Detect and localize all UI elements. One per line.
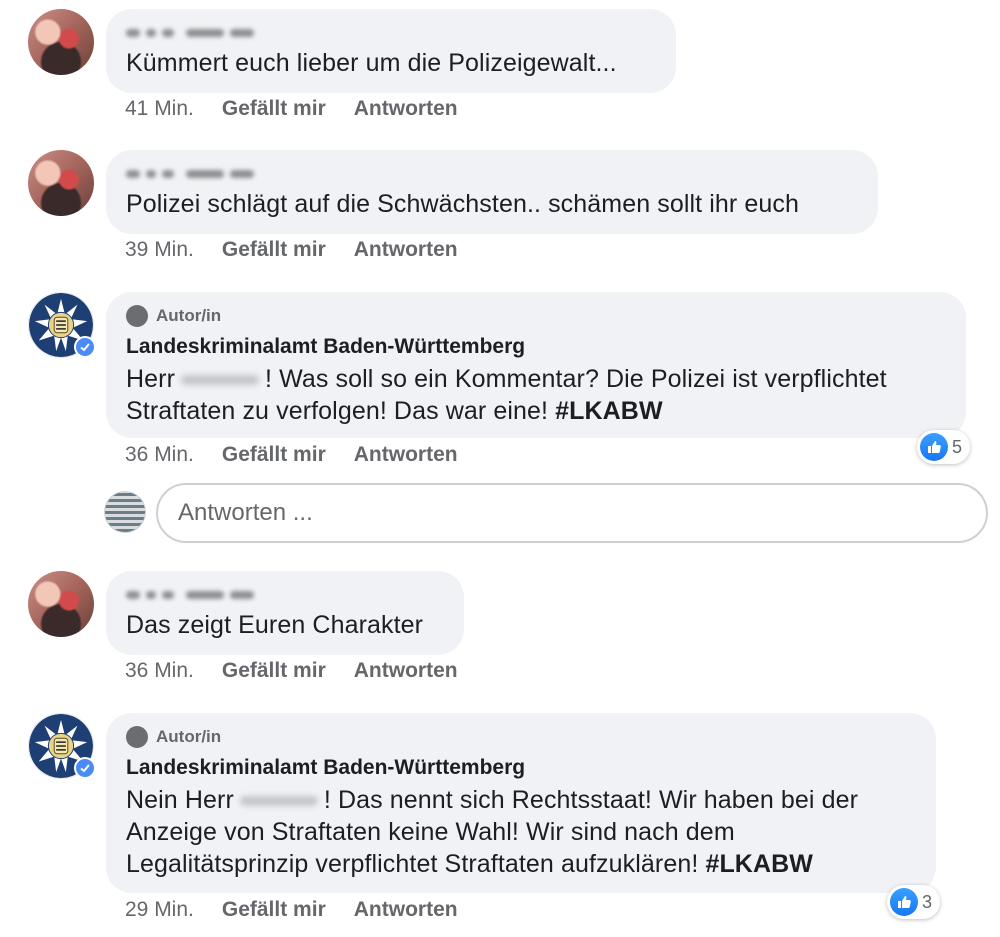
hashtag-link[interactable]: #LKABW xyxy=(555,397,663,425)
comment-author[interactable]: Landeskriminalamt Baden-Württemberg xyxy=(126,756,916,782)
blurred-username[interactable] xyxy=(126,585,276,605)
reply-input[interactable] xyxy=(156,483,988,543)
comment-text: Kümmert euch lieber um die Polizeigewalt… xyxy=(126,49,617,77)
comment-time[interactable]: 36 Min. xyxy=(125,443,194,467)
verified-badge-icon xyxy=(74,336,96,358)
reply-button[interactable]: Antworten xyxy=(354,659,458,683)
reply-button[interactable]: Antworten xyxy=(354,238,458,262)
blurred-username[interactable] xyxy=(126,23,276,43)
blurred-username[interactable] xyxy=(126,164,276,184)
comment-bubble: Autor/in Landeskriminalamt Baden-Württem… xyxy=(106,713,936,893)
comment-text: Herr! Was soll so ein Kommentar? Die Pol… xyxy=(126,365,887,425)
blurred-name-inline xyxy=(181,375,260,386)
own-avatar xyxy=(104,491,146,533)
comment-author[interactable]: Landeskriminalamt Baden-Württemberg xyxy=(126,335,946,361)
author-badge: Autor/in xyxy=(126,726,916,748)
reaction-number: 5 xyxy=(952,436,963,457)
like-button[interactable]: Gefällt mir xyxy=(222,898,326,922)
comment-meta: 39 Min. Gefällt mir Antworten xyxy=(125,236,458,264)
author-badge-icon xyxy=(126,305,148,327)
reaction-count[interactable]: 3 xyxy=(887,885,941,919)
comment-bubble: Polizei schlägt auf die Schwächsten.. sc… xyxy=(106,150,878,234)
commenter-avatar[interactable] xyxy=(28,9,94,75)
reaction-number: 3 xyxy=(922,891,933,912)
comment-time[interactable]: 39 Min. xyxy=(125,238,194,262)
reply-button[interactable]: Antworten xyxy=(354,97,458,121)
hashtag-link[interactable]: #LKABW xyxy=(705,850,813,878)
comment-bubble: Autor/in Landeskriminalamt Baden-Württem… xyxy=(106,292,966,438)
comment-meta: 36 Min. Gefällt mir Antworten xyxy=(125,441,458,469)
commenter-avatar[interactable] xyxy=(28,150,94,216)
comment-meta: 41 Min. Gefällt mir Antworten xyxy=(125,95,458,123)
comment-text: Das zeigt Euren Charakter xyxy=(126,611,424,639)
comment-meta: 29 Min. Gefällt mir Antworten xyxy=(125,896,458,924)
author-badge-icon xyxy=(126,726,148,748)
commenter-avatar[interactable] xyxy=(28,571,94,637)
comment-time[interactable]: 36 Min. xyxy=(125,659,194,683)
reply-button[interactable]: Antworten xyxy=(354,898,458,922)
author-badge-label: Autor/in xyxy=(156,727,222,746)
blurred-name-inline xyxy=(239,796,318,807)
comment-text: Nein Herr! Das nennt sich Rechtsstaat! W… xyxy=(126,786,859,878)
comment-text: Polizei schlägt auf die Schwächsten.. sc… xyxy=(126,190,800,218)
comment-time[interactable]: 41 Min. xyxy=(125,97,194,121)
comment-time[interactable]: 29 Min. xyxy=(125,898,194,922)
like-button[interactable]: Gefällt mir xyxy=(222,238,326,262)
comment-meta: 36 Min. Gefällt mir Antworten xyxy=(125,657,458,685)
like-button[interactable]: Gefällt mir xyxy=(222,97,326,121)
like-button[interactable]: Gefällt mir xyxy=(222,443,326,467)
comment-bubble: Das zeigt Euren Charakter xyxy=(106,571,464,655)
reply-button[interactable]: Antworten xyxy=(354,443,458,467)
reaction-count[interactable]: 5 xyxy=(917,430,971,464)
author-badge-label: Autor/in xyxy=(156,306,222,325)
thumbs-up-icon xyxy=(890,888,918,916)
thumbs-up-icon xyxy=(920,433,948,461)
verified-badge-icon xyxy=(74,757,96,779)
like-button[interactable]: Gefällt mir xyxy=(222,659,326,683)
comment-bubble: Kümmert euch lieber um die Polizeigewalt… xyxy=(106,9,676,93)
author-badge: Autor/in xyxy=(126,305,946,327)
